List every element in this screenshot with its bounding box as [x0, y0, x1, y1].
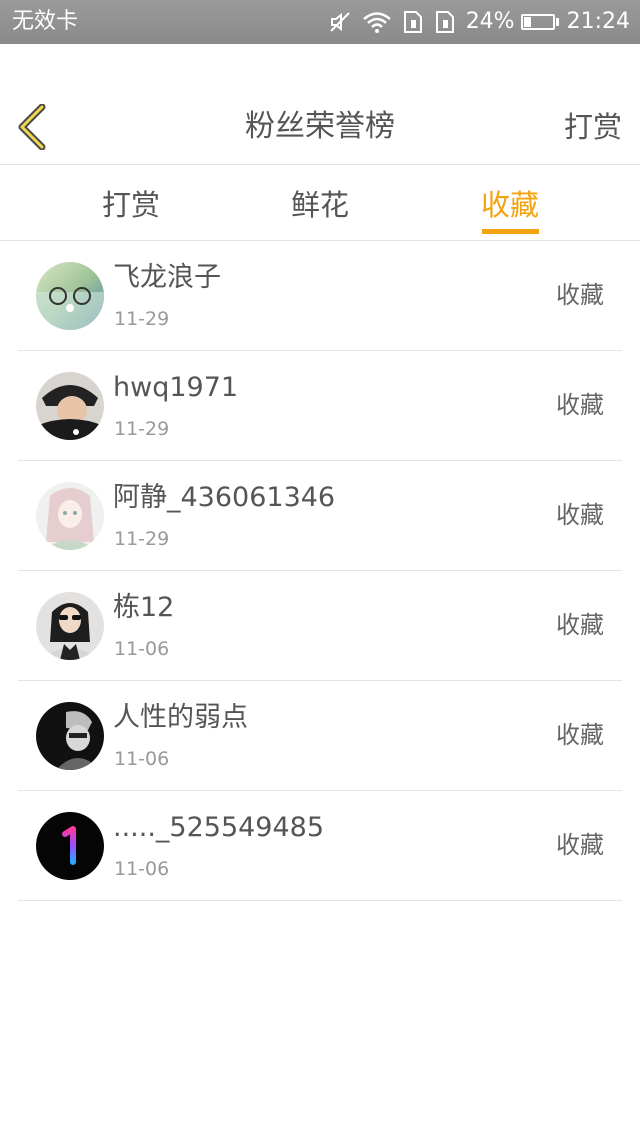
status-icons: 24% 21:24 — [318, 7, 630, 37]
tab-flowers[interactable]: 鲜花 — [260, 187, 380, 223]
favorite-label: 收藏 — [556, 391, 604, 419]
user-name: 飞龙浪子 — [113, 262, 221, 293]
favorite-label: 收藏 — [556, 501, 604, 529]
item-date: 11-29 — [114, 418, 170, 440]
mute-icon — [328, 10, 352, 34]
carrier-label: 无效卡 — [12, 9, 79, 34]
tab-bar: 打赏 鲜花 收藏 — [0, 165, 640, 241]
wifi-icon — [362, 10, 392, 34]
list-item[interactable]: 飞龙浪子 11-29 收藏 — [18, 241, 622, 351]
reward-button[interactable]: 打赏 — [564, 108, 622, 146]
page-title: 粉丝荣誉榜 — [245, 109, 395, 144]
user-avatar[interactable] — [36, 482, 104, 550]
clock: 21:24 — [566, 9, 630, 34]
favorite-label: 收藏 — [556, 611, 604, 639]
user-avatar[interactable] — [36, 592, 104, 660]
item-date: 11-06 — [114, 858, 170, 880]
favorite-label: 收藏 — [556, 281, 604, 309]
item-date: 11-06 — [114, 748, 170, 770]
list-item[interactable]: 人性的弱点 11-06 收藏 — [18, 681, 622, 791]
item-date: 11-06 — [114, 638, 170, 660]
status-bar: 无效卡 24% 21:24 — [0, 0, 640, 44]
tab-reward[interactable]: 打赏 — [71, 187, 191, 223]
user-avatar[interactable] — [36, 372, 104, 440]
user-avatar[interactable] — [36, 262, 104, 330]
header-bar: 粉丝荣誉榜 打赏 — [0, 44, 640, 165]
sim2-icon — [434, 10, 456, 34]
list-item[interactable]: 阿静_436061346 11-29 收藏 — [18, 461, 622, 571]
list-item[interactable]: hwq1971 11-29 收藏 — [18, 351, 622, 461]
user-name: hwq1971 — [113, 372, 239, 403]
favorite-label: 收藏 — [556, 831, 604, 859]
user-name: ....._525549485 — [113, 812, 325, 843]
battery-percent: 24% — [465, 9, 515, 34]
fan-list: 飞龙浪子 11-29 收藏 hwq1971 11-29 收藏 阿静_436061… — [18, 241, 622, 901]
user-name: 阿静_436061346 — [113, 482, 336, 513]
user-avatar[interactable] — [36, 812, 104, 880]
list-item[interactable]: 栋12 11-06 收藏 — [18, 571, 622, 681]
sim1-icon — [402, 10, 424, 34]
user-name: 人性的弱点 — [113, 702, 248, 733]
battery-icon — [520, 14, 559, 30]
user-name: 栋12 — [113, 592, 175, 623]
favorite-label: 收藏 — [556, 721, 604, 749]
item-date: 11-29 — [114, 528, 170, 550]
list-item[interactable]: ....._525549485 11-06 收藏 — [18, 791, 622, 901]
tab-favorites[interactable]: 收藏 — [450, 187, 570, 223]
item-date: 11-29 — [114, 308, 170, 330]
user-avatar[interactable] — [36, 702, 104, 770]
active-tab-indicator — [482, 229, 539, 234]
